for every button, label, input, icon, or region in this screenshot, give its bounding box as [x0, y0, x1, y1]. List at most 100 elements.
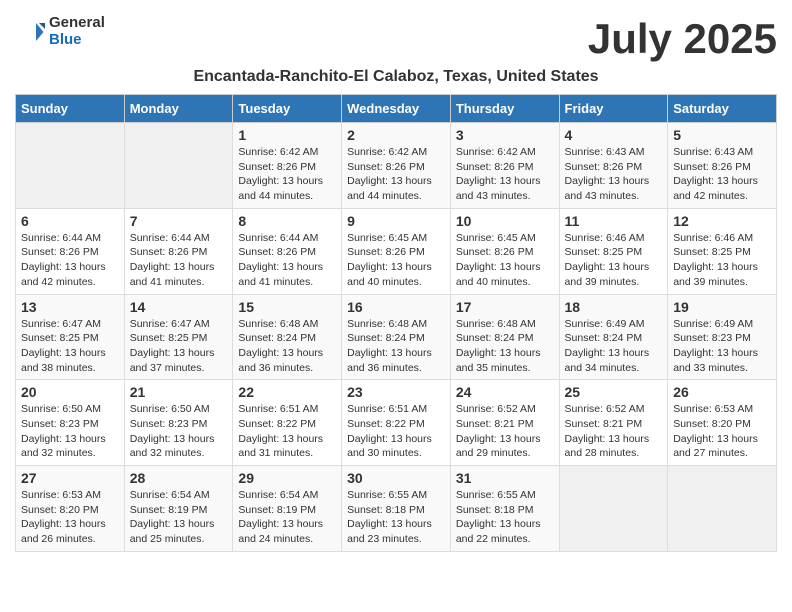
calendar: SundayMondayTuesdayWednesdayThursdayFrid… — [15, 94, 777, 552]
day-info: Sunrise: 6:42 AM Sunset: 8:26 PM Dayligh… — [238, 145, 336, 204]
day-info: Sunrise: 6:50 AM Sunset: 8:23 PM Dayligh… — [21, 402, 119, 461]
day-info: Sunrise: 6:43 AM Sunset: 8:26 PM Dayligh… — [565, 145, 663, 204]
calendar-cell — [559, 466, 668, 552]
calendar-cell: 12Sunrise: 6:46 AM Sunset: 8:25 PM Dayli… — [668, 208, 777, 294]
day-number: 6 — [21, 213, 119, 229]
calendar-cell: 4 Sunrise: 6:43 AM Sunset: 8:26 PM Daylig… — [559, 123, 668, 209]
day-info: Sunrise: 6:48 AM Sunset: 8:24 PM Dayligh… — [347, 317, 445, 376]
page-header: General Blue July 2025 — [15, 15, 777, 63]
day-info: Sunrise: 6:53 AM Sunset: 8:20 PM Dayligh… — [673, 402, 771, 461]
day-number: 10 — [456, 213, 554, 229]
weekday-header-monday: Monday — [124, 95, 233, 123]
day-number: 25 — [565, 384, 663, 400]
weekday-header-wednesday: Wednesday — [342, 95, 451, 123]
day-info: Sunrise: 6:48 AM Sunset: 8:24 PM Dayligh… — [456, 317, 554, 376]
day-info: Sunrise: 6:49 AM Sunset: 8:23 PM Dayligh… — [673, 317, 771, 376]
calendar-cell — [124, 123, 233, 209]
day-info: Sunrise: 6:55 AM Sunset: 8:18 PM Dayligh… — [347, 488, 445, 547]
calendar-cell: 2Sunrise: 6:42 AM Sunset: 8:26 PM Daylig… — [342, 123, 451, 209]
day-info: Sunrise: 6:46 AM Sunset: 8:25 PM Dayligh… — [565, 231, 663, 290]
calendar-cell: 1 Sunrise: 6:42 AM Sunset: 8:26 PM Daylig… — [233, 123, 342, 209]
day-number: 4 — [565, 127, 663, 143]
calendar-cell: 22Sunrise: 6:51 AM Sunset: 8:22 PM Dayli… — [233, 380, 342, 466]
calendar-cell: 7 Sunrise: 6:44 AM Sunset: 8:26 PM Daylig… — [124, 208, 233, 294]
calendar-cell: 18Sunrise: 6:49 AM Sunset: 8:24 PM Dayli… — [559, 294, 668, 380]
week-row-5: 27 Sunrise: 6:53 AM Sunset: 8:20 PM Dayli… — [16, 466, 777, 552]
calendar-cell: 16 Sunrise: 6:48 AM Sunset: 8:24 PM Dayli… — [342, 294, 451, 380]
logo-text: General Blue — [49, 15, 105, 48]
day-number: 7 — [130, 213, 228, 229]
logo: General Blue — [15, 15, 105, 48]
logo-blue: Blue — [49, 32, 105, 49]
weekday-header-tuesday: Tuesday — [233, 95, 342, 123]
calendar-cell: 31Sunrise: 6:55 AM Sunset: 8:18 PM Dayli… — [450, 466, 559, 552]
day-info: Sunrise: 6:46 AM Sunset: 8:25 PM Dayligh… — [673, 231, 771, 290]
weekday-header-saturday: Saturday — [668, 95, 777, 123]
day-info: Sunrise: 6:45 AM Sunset: 8:26 PM Dayligh… — [456, 231, 554, 290]
day-number: 26 — [673, 384, 771, 400]
calendar-cell: 10 Sunrise: 6:45 AM Sunset: 8:26 PM Dayli… — [450, 208, 559, 294]
weekday-header-thursday: Thursday — [450, 95, 559, 123]
logo-icon — [15, 17, 45, 47]
day-number: 9 — [347, 213, 445, 229]
day-number: 2 — [347, 127, 445, 143]
day-number: 11 — [565, 213, 663, 229]
calendar-cell: 11 Sunrise: 6:46 AM Sunset: 8:25 PM Dayli… — [559, 208, 668, 294]
day-number: 24 — [456, 384, 554, 400]
calendar-cell: 26 Sunrise: 6:53 AM Sunset: 8:20 PM Dayli… — [668, 380, 777, 466]
week-row-4: 20Sunrise: 6:50 AM Sunset: 8:23 PM Dayli… — [16, 380, 777, 466]
day-info: Sunrise: 6:47 AM Sunset: 8:25 PM Dayligh… — [130, 317, 228, 376]
week-row-1: 1 Sunrise: 6:42 AM Sunset: 8:26 PM Daylig… — [16, 123, 777, 209]
day-info: Sunrise: 6:42 AM Sunset: 8:26 PM Dayligh… — [456, 145, 554, 204]
day-number: 28 — [130, 470, 228, 486]
day-info: Sunrise: 6:50 AM Sunset: 8:23 PM Dayligh… — [130, 402, 228, 461]
day-number: 19 — [673, 299, 771, 315]
week-row-2: 6 Sunrise: 6:44 AM Sunset: 8:26 PM Daylig… — [16, 208, 777, 294]
calendar-cell: 21Sunrise: 6:50 AM Sunset: 8:23 PM Dayli… — [124, 380, 233, 466]
day-info: Sunrise: 6:51 AM Sunset: 8:22 PM Dayligh… — [347, 402, 445, 461]
calendar-cell: 5 Sunrise: 6:43 AM Sunset: 8:26 PM Daylig… — [668, 123, 777, 209]
day-info: Sunrise: 6:53 AM Sunset: 8:20 PM Dayligh… — [21, 488, 119, 547]
day-info: Sunrise: 6:47 AM Sunset: 8:25 PM Dayligh… — [21, 317, 119, 376]
day-number: 1 — [238, 127, 336, 143]
day-number: 16 — [347, 299, 445, 315]
day-info: Sunrise: 6:48 AM Sunset: 8:24 PM Dayligh… — [238, 317, 336, 376]
calendar-cell: 15 Sunrise: 6:48 AM Sunset: 8:24 PM Dayli… — [233, 294, 342, 380]
day-info: Sunrise: 6:44 AM Sunset: 8:26 PM Dayligh… — [130, 231, 228, 290]
calendar-cell: 27 Sunrise: 6:53 AM Sunset: 8:20 PM Dayli… — [16, 466, 125, 552]
day-number: 18 — [565, 299, 663, 315]
day-number: 3 — [456, 127, 554, 143]
day-number: 5 — [673, 127, 771, 143]
day-number: 29 — [238, 470, 336, 486]
day-info: Sunrise: 6:51 AM Sunset: 8:22 PM Dayligh… — [238, 402, 336, 461]
calendar-cell: 19 Sunrise: 6:49 AM Sunset: 8:23 PM Dayli… — [668, 294, 777, 380]
day-number: 30 — [347, 470, 445, 486]
day-number: 8 — [238, 213, 336, 229]
weekday-header-sunday: Sunday — [16, 95, 125, 123]
day-number: 27 — [21, 470, 119, 486]
logo-general: General — [49, 15, 105, 32]
calendar-cell — [16, 123, 125, 209]
calendar-cell: 20Sunrise: 6:50 AM Sunset: 8:23 PM Dayli… — [16, 380, 125, 466]
day-number: 17 — [456, 299, 554, 315]
calendar-cell: 14Sunrise: 6:47 AM Sunset: 8:25 PM Dayli… — [124, 294, 233, 380]
day-number: 15 — [238, 299, 336, 315]
calendar-cell: 24 Sunrise: 6:52 AM Sunset: 8:21 PM Dayli… — [450, 380, 559, 466]
day-number: 13 — [21, 299, 119, 315]
calendar-cell: 13 Sunrise: 6:47 AM Sunset: 8:25 PM Dayli… — [16, 294, 125, 380]
day-info: Sunrise: 6:43 AM Sunset: 8:26 PM Dayligh… — [673, 145, 771, 204]
day-number: 23 — [347, 384, 445, 400]
weekday-header-row: SundayMondayTuesdayWednesdayThursdayFrid… — [16, 95, 777, 123]
day-info: Sunrise: 6:44 AM Sunset: 8:26 PM Dayligh… — [21, 231, 119, 290]
day-info: Sunrise: 6:52 AM Sunset: 8:21 PM Dayligh… — [456, 402, 554, 461]
calendar-cell: 6 Sunrise: 6:44 AM Sunset: 8:26 PM Daylig… — [16, 208, 125, 294]
day-info: Sunrise: 6:44 AM Sunset: 8:26 PM Dayligh… — [238, 231, 336, 290]
day-info: Sunrise: 6:55 AM Sunset: 8:18 PM Dayligh… — [456, 488, 554, 547]
week-row-3: 13 Sunrise: 6:47 AM Sunset: 8:25 PM Dayli… — [16, 294, 777, 380]
day-info: Sunrise: 6:54 AM Sunset: 8:19 PM Dayligh… — [130, 488, 228, 547]
location-title: Encantada-Ranchito-El Calaboz, Texas, Un… — [15, 68, 777, 86]
calendar-cell: 29Sunrise: 6:54 AM Sunset: 8:19 PM Dayli… — [233, 466, 342, 552]
calendar-cell: 17 Sunrise: 6:48 AM Sunset: 8:24 PM Dayli… — [450, 294, 559, 380]
month-title: July 2025 — [588, 15, 777, 63]
calendar-cell: 28 Sunrise: 6:54 AM Sunset: 8:19 PM Dayli… — [124, 466, 233, 552]
